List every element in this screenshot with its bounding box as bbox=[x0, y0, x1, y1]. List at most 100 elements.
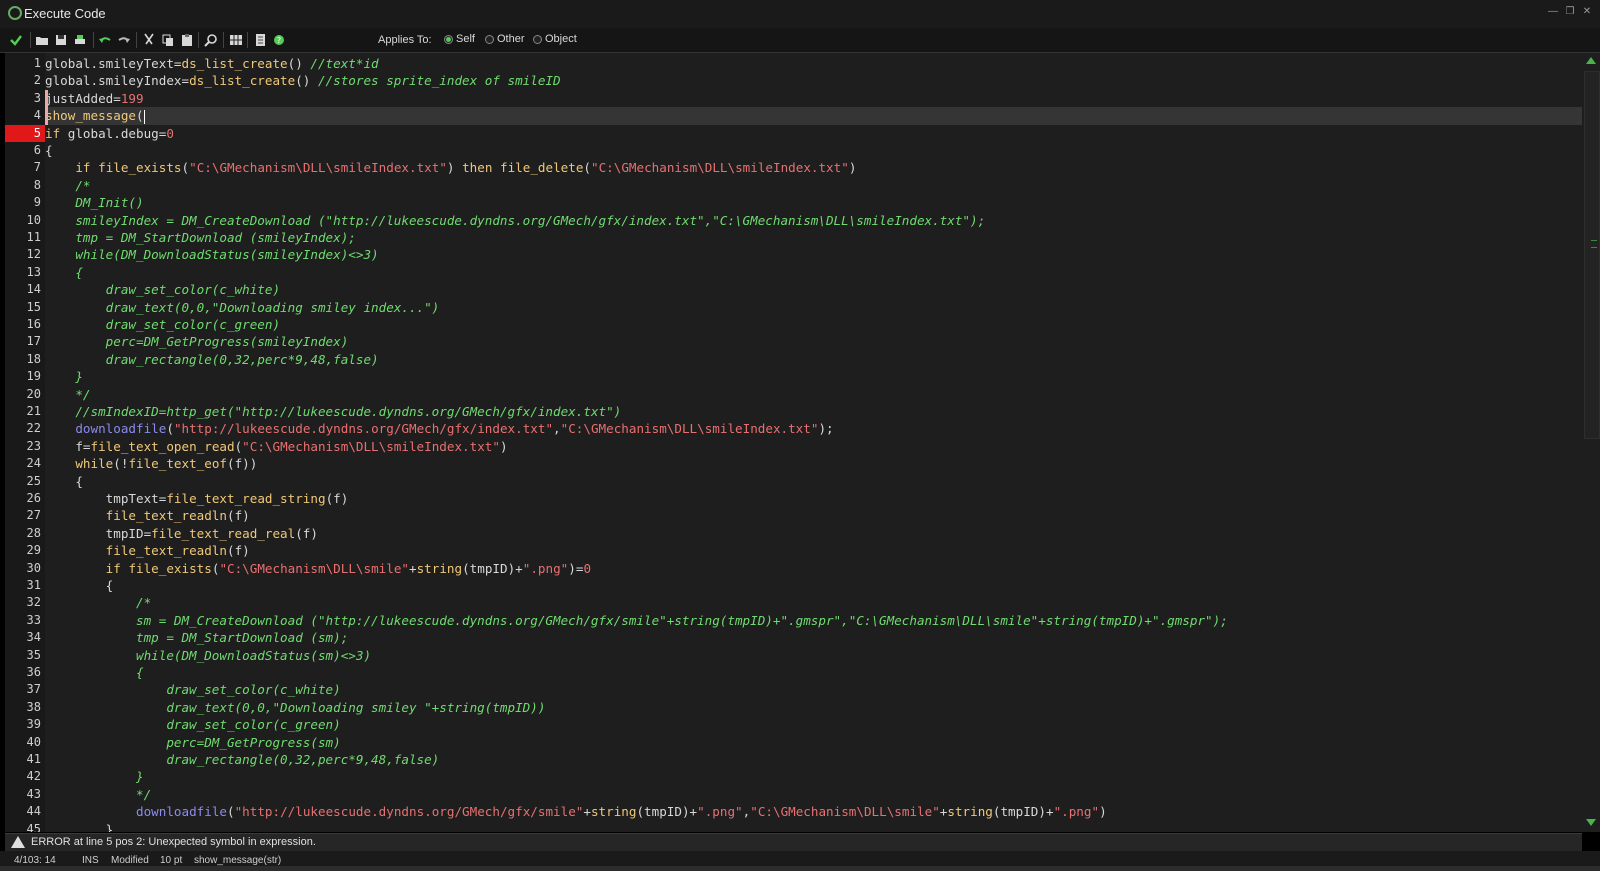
radio-object[interactable]: Object bbox=[533, 33, 577, 45]
code-line[interactable]: perc=DM_GetProgress(sm) bbox=[45, 734, 1582, 751]
error-bar: ERROR at line 5 pos 2: Unexpected symbol… bbox=[5, 833, 1582, 851]
code-line[interactable]: draw_rectangle(0,32,perc*9,48,false) bbox=[45, 751, 1582, 768]
radio-other-label: Other bbox=[497, 33, 525, 45]
line-number: 29 bbox=[26, 543, 41, 558]
code-line[interactable]: downloadfile("http://lukeescude.dyndns.o… bbox=[45, 803, 1582, 820]
line-number-gutter: 1 2 3 4 5 6 7 8 9 10 11 12 13 14 15 16 17 18 19 20 21 22 23 24 2… bbox=[5, 53, 45, 832]
code-line[interactable]: draw_text(0,0,"Downloading smiley "+stri… bbox=[45, 699, 1582, 716]
code-line[interactable]: perc=DM_GetProgress(smileyIndex) bbox=[45, 333, 1582, 350]
scroll-down-icon[interactable] bbox=[1586, 819, 1596, 826]
save-icon[interactable] bbox=[53, 32, 69, 48]
code-token: ( bbox=[166, 421, 174, 437]
code-line[interactable]: { bbox=[45, 142, 1582, 159]
code-line[interactable]: if file_exists("C:\GMechanism\DLL\smileI… bbox=[45, 159, 1582, 176]
code-line[interactable]: justAdded=199 bbox=[45, 90, 1582, 107]
radio-other[interactable]: Other bbox=[485, 33, 525, 45]
radio-object-indicator[interactable] bbox=[533, 34, 542, 44]
paste-icon[interactable] bbox=[179, 32, 195, 48]
code-line[interactable]: } bbox=[45, 768, 1582, 785]
help-icon[interactable]: ? bbox=[271, 32, 287, 48]
code-token: file_exists bbox=[128, 560, 212, 576]
code-token: "C:\GMechanism\DLL\smileIndex.txt" bbox=[560, 421, 819, 437]
code-line[interactable]: //smIndexID=http_get("http://lukeescude.… bbox=[45, 403, 1582, 420]
copy-icon[interactable] bbox=[160, 32, 176, 48]
line-number: 40 bbox=[26, 734, 41, 749]
radio-other-indicator[interactable] bbox=[485, 34, 494, 44]
code-line[interactable]: draw_set_color(c_white) bbox=[45, 681, 1582, 698]
radio-self[interactable]: Self bbox=[444, 33, 475, 45]
code-line[interactable]: draw_rectangle(0,32,perc*9,48,false) bbox=[45, 351, 1582, 368]
code-line[interactable]: if global.debug=0 bbox=[45, 125, 1582, 142]
open-folder-icon[interactable] bbox=[34, 32, 50, 48]
code-line[interactable]: draw_set_color(c_green) bbox=[45, 716, 1582, 733]
code-line[interactable]: f=file_text_open_read("C:\GMechanism\DLL… bbox=[45, 438, 1582, 455]
undo-icon[interactable] bbox=[97, 32, 113, 48]
checkmark-icon[interactable] bbox=[8, 32, 24, 48]
restore-icon[interactable]: ❐ bbox=[1563, 5, 1577, 19]
line-number: 1 bbox=[33, 56, 41, 70]
code-token: ".png" bbox=[522, 560, 569, 576]
code-editor[interactable]: 1 2 3 4 5 6 7 8 9 10 11 12 13 14 15 16 17 18 19 20 21 22 23 24 2… bbox=[5, 53, 1582, 832]
code-line[interactable]: sm = DM_CreateDownload ("http://lukeescu… bbox=[45, 612, 1582, 629]
code-line[interactable]: global.smileyText=ds_list_create() //tex… bbox=[45, 55, 1582, 72]
code-line[interactable]: draw_set_color(c_white) bbox=[45, 281, 1582, 298]
scrollbar-thumb[interactable] bbox=[1584, 71, 1600, 439]
code-line[interactable]: file_text_readln(f) bbox=[45, 507, 1582, 524]
taskbar bbox=[0, 866, 1600, 871]
line-number: 19 bbox=[26, 369, 41, 384]
code-line[interactable]: { bbox=[45, 264, 1582, 281]
code-line[interactable]: { bbox=[45, 664, 1582, 681]
line-number: 12 bbox=[26, 247, 41, 262]
code-line[interactable]: tmp = DM_StartDownload (sm); bbox=[45, 629, 1582, 646]
code-line[interactable]: draw_text(0,0,"Downloading smiley index.… bbox=[45, 299, 1582, 316]
vertical-scrollbar[interactable] bbox=[1582, 53, 1600, 832]
scroll-up-icon[interactable] bbox=[1586, 57, 1596, 64]
code-token: (tmpID)+ bbox=[992, 804, 1054, 820]
code-token: //smIndexID=http_get("http://lukeescude.… bbox=[45, 404, 622, 419]
code-line[interactable]: while(DM_DownloadStatus(sm)<>3) bbox=[45, 647, 1582, 664]
toolbar-divider bbox=[93, 32, 94, 48]
code-line[interactable]: DM_Init() bbox=[45, 194, 1582, 211]
code-line[interactable]: file_text_readln(f) bbox=[45, 542, 1582, 559]
code-line[interactable]: /* bbox=[45, 177, 1582, 194]
code-line[interactable]: } bbox=[45, 368, 1582, 385]
title-bar: Execute Code — ❐ ✕ bbox=[0, 0, 1600, 29]
code-line[interactable]: tmpText=file_text_read_string(f) bbox=[45, 490, 1582, 507]
line-number: 20 bbox=[26, 386, 41, 401]
code-line[interactable]: { bbox=[45, 577, 1582, 594]
code-line[interactable]: /* bbox=[45, 594, 1582, 611]
code-line[interactable]: draw_set_color(c_green) bbox=[45, 316, 1582, 333]
code-line[interactable]: show_message( bbox=[45, 107, 1582, 125]
code-line[interactable]: */ bbox=[45, 386, 1582, 403]
cut-icon[interactable] bbox=[141, 32, 157, 48]
code-line[interactable]: global.smileyIndex=ds_list_create() //st… bbox=[45, 72, 1582, 89]
code-line[interactable]: */ bbox=[45, 786, 1582, 803]
code-token: 199 bbox=[120, 90, 144, 106]
code-line[interactable]: smileyIndex = DM_CreateDownload ("http:/… bbox=[45, 212, 1582, 229]
code-area[interactable]: global.smileyText=ds_list_create() //tex… bbox=[45, 53, 1582, 832]
document-icon[interactable] bbox=[253, 32, 269, 48]
code-token: perc=DM_GetProgress(sm) bbox=[45, 734, 341, 750]
code-line[interactable]: downloadfile("http://lukeescude.dyndns.o… bbox=[45, 420, 1582, 437]
code-line[interactable]: while(DM_DownloadStatus(smileyIndex)<>3) bbox=[45, 246, 1582, 263]
code-token: draw_set_color(c_green) bbox=[45, 717, 341, 733]
code-line[interactable]: while(!file_text_eof(f)) bbox=[45, 455, 1582, 472]
line-number: 14 bbox=[26, 282, 41, 297]
code-line[interactable]: tmpID=file_text_read_real(f) bbox=[45, 525, 1582, 542]
search-icon[interactable] bbox=[203, 32, 219, 48]
print-icon[interactable] bbox=[72, 32, 88, 48]
radio-self-indicator[interactable] bbox=[444, 34, 453, 44]
redo-icon[interactable] bbox=[116, 32, 132, 48]
code-token: tmpID= bbox=[45, 525, 152, 541]
close-icon[interactable]: ✕ bbox=[1580, 5, 1594, 19]
line-number: 21 bbox=[26, 404, 41, 418]
minimize-icon[interactable]: — bbox=[1546, 5, 1560, 19]
code-line[interactable]: if file_exists("C:\GMechanism\DLL\smile"… bbox=[45, 560, 1582, 577]
code-line[interactable]: tmp = DM_StartDownload (smileyIndex); bbox=[45, 229, 1582, 246]
code-token: downloadfile bbox=[75, 421, 167, 437]
code-token: ) bbox=[848, 160, 857, 176]
code-line[interactable]: } bbox=[45, 821, 1582, 832]
grid-icon[interactable] bbox=[228, 32, 244, 48]
code-line[interactable]: { bbox=[45, 473, 1582, 490]
